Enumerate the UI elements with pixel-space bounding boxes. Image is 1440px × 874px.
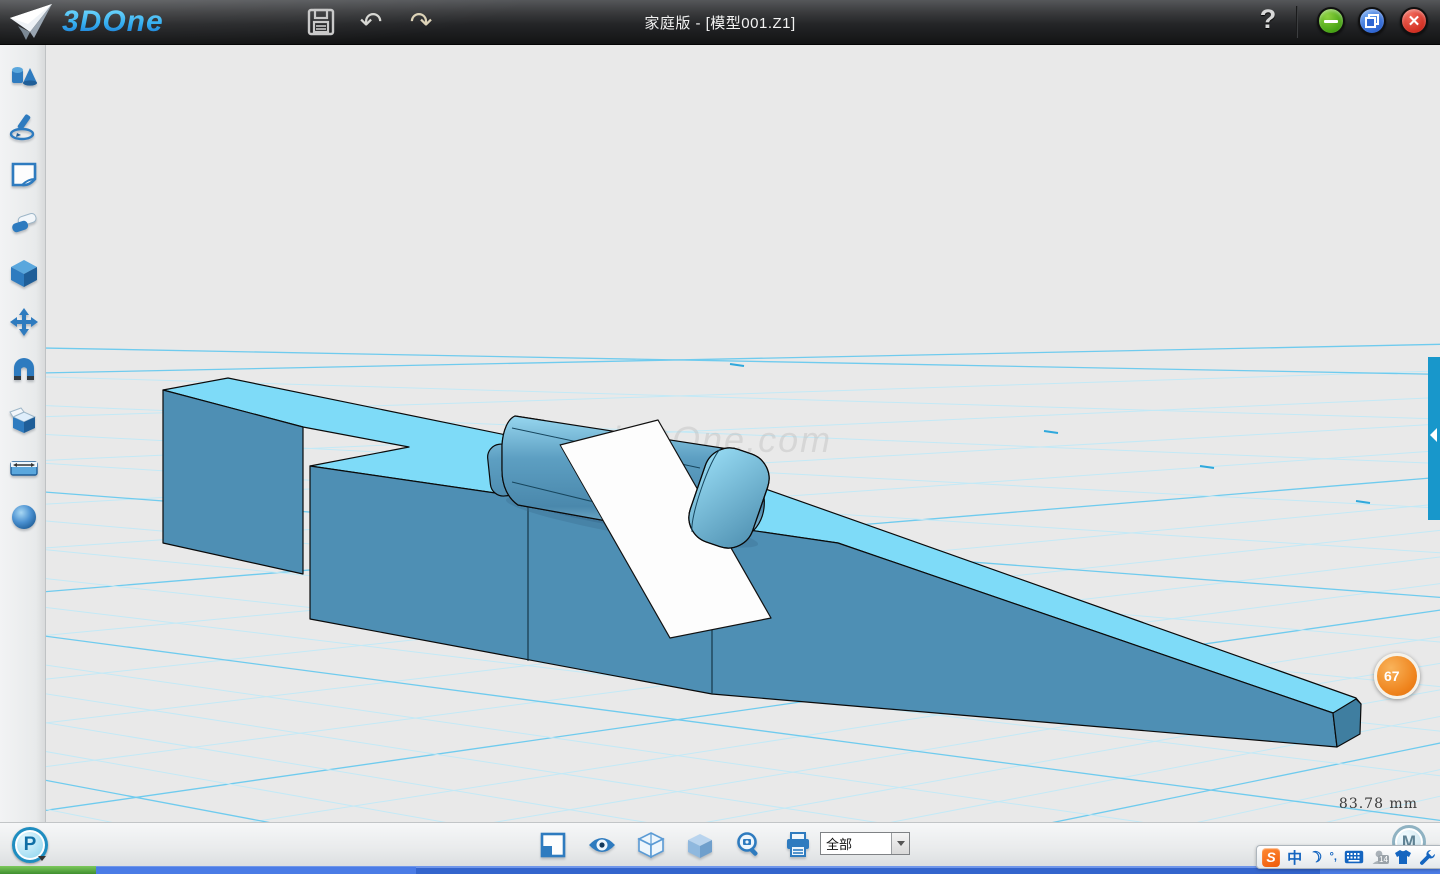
scale-indicator: 83.78 mm (1339, 796, 1418, 812)
ime-punctuation-toggle[interactable]: °, (1330, 847, 1337, 867)
left-toolbar (0, 45, 46, 822)
assembly-magnet-icon[interactable] (7, 354, 41, 388)
moon-icon: ☽ (1307, 846, 1325, 867)
close-icon: ✕ (1408, 12, 1421, 30)
ime-account-button[interactable]: 14 (1371, 847, 1387, 867)
ime-language-toggle[interactable]: 中 (1287, 847, 1302, 867)
chevron-down-icon (897, 841, 905, 846)
modeling-viewport[interactable]: i3DOne.com (46, 45, 1440, 822)
move-tool-icon[interactable] (7, 305, 41, 339)
feature-cube-icon[interactable] (7, 256, 41, 290)
sketch-draw-icon[interactable] (7, 109, 41, 143)
punctuation-icon: °, (1330, 851, 1337, 863)
zoom-snapshot-button[interactable] (732, 828, 765, 861)
sweep-tool-icon[interactable] (7, 207, 41, 241)
bottom-toolbar: P (0, 822, 1440, 866)
minimize-icon (1324, 20, 1338, 23)
ime-toolbar: S 中 ☽ °, 14 (1256, 845, 1440, 869)
application-window: 3DOne ↶ ↷ 家庭版 - [模型001.Z1] ? (0, 0, 1440, 874)
side-panel-tab[interactable] (1428, 357, 1440, 520)
title-bar: 3DOne ↶ ↷ 家庭版 - [模型001.Z1] ? (0, 0, 1440, 45)
ime-settings-button[interactable] (1419, 847, 1436, 867)
view-corner-icon (540, 832, 566, 858)
measure-ruler-icon[interactable] (7, 451, 41, 485)
solid-primitives-icon[interactable] (7, 60, 41, 94)
keyboard-icon (1344, 850, 1364, 864)
restore-icon (1365, 14, 1379, 28)
badge-count: 67 (1384, 668, 1400, 684)
scene-canvas: i3DOne.com (46, 45, 1440, 822)
tshirt-icon (1394, 849, 1412, 865)
start-button-edge[interactable] (0, 866, 96, 874)
printer-icon (784, 831, 812, 859)
wrench-icon (1419, 849, 1436, 866)
zoom-snapshot-icon (735, 831, 763, 859)
close-button[interactable]: ✕ (1400, 7, 1428, 35)
ime-fullhalf-toggle[interactable]: ☽ (1306, 845, 1325, 868)
display-filter-select[interactable]: 全部 (820, 832, 910, 855)
shaded-cube-icon (686, 831, 714, 859)
minimize-button[interactable] (1317, 7, 1345, 35)
profile-dropdown-arrow[interactable] (38, 856, 46, 861)
ime-logo-icon: S (1266, 849, 1275, 865)
taskbar-edge (0, 866, 1440, 874)
user-count-badge: 14 (1378, 855, 1389, 864)
combine-box-icon[interactable] (7, 403, 41, 437)
display-filter-value: 全部 (821, 834, 891, 853)
model-front-face (310, 466, 1337, 747)
visibility-button[interactable] (585, 828, 618, 861)
ime-softkeyboard-button[interactable] (1344, 847, 1364, 867)
profile-badge-letter: P (24, 834, 37, 856)
material-sphere-icon[interactable] (7, 500, 41, 534)
view-corner-button[interactable] (536, 828, 569, 861)
titlebar-divider (1296, 6, 1298, 38)
wireframe-cube-icon (637, 831, 665, 859)
eye-icon (587, 835, 617, 855)
help-button[interactable]: ? (1255, 4, 1281, 40)
notification-badge[interactable]: 67 (1374, 653, 1420, 699)
language-mode-label: 中 (1287, 847, 1302, 868)
ime-skin-button[interactable] (1394, 847, 1412, 867)
print-button[interactable] (781, 828, 814, 861)
ime-logo-button[interactable]: S (1262, 848, 1280, 867)
wireframe-view-button[interactable] (634, 828, 667, 861)
restore-button[interactable] (1358, 7, 1386, 35)
combo-arrow-button[interactable] (891, 833, 909, 854)
window-title: 家庭版 - [模型001.Z1] (0, 12, 1440, 33)
shaded-view-button[interactable] (683, 828, 716, 861)
sketch-plane-icon[interactable] (7, 157, 41, 191)
